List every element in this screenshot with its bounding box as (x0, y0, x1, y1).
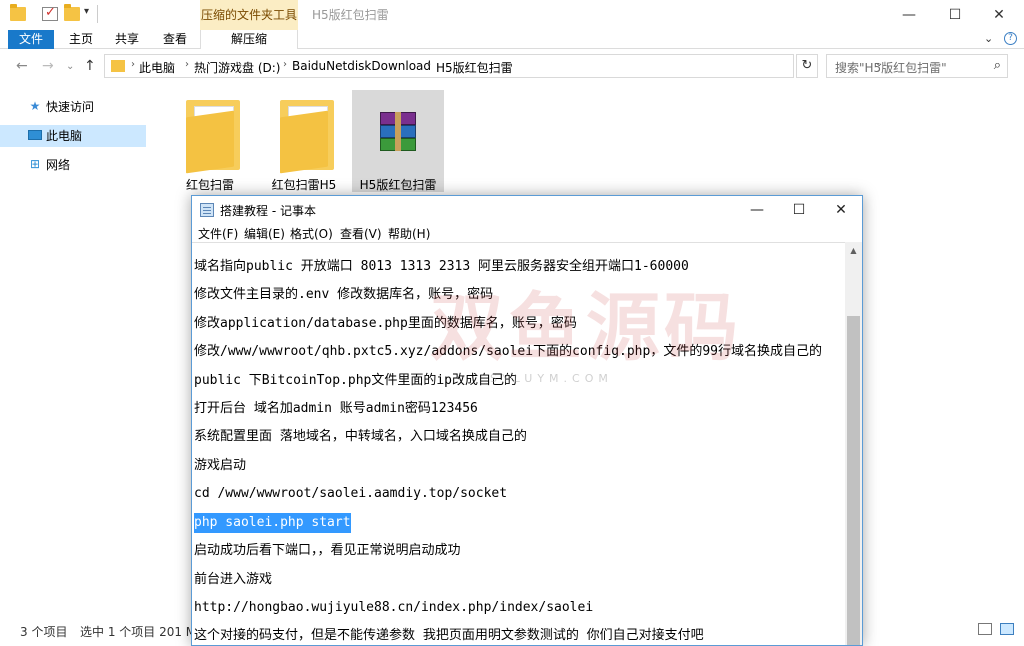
tab-file[interactable]: 文件 (8, 30, 54, 49)
selected-text-line: php saolei.php start (194, 513, 351, 533)
menu-edit[interactable]: 编辑(E) (244, 225, 285, 242)
computer-icon (28, 130, 42, 140)
compressed-folder-tools-tab[interactable]: 压缩的文件夹工具 (200, 0, 298, 30)
notepad-menubar: 文件(F) 编辑(E) 格式(O) 查看(V) 帮助(H) (192, 224, 862, 242)
text-line: 打开后台 域名加admin 账号admin密码123456 (194, 401, 478, 416)
breadcrumb-this-pc[interactable]: 此电脑 (139, 59, 175, 76)
toolbar-divider (97, 5, 98, 23)
folder-icon (280, 100, 334, 174)
breadcrumb-download-folder[interactable]: BaiduNetdiskDownload (292, 59, 431, 73)
search-icon[interactable]: ⌕ (994, 58, 1001, 73)
notepad-title: 搭建教程 - 记事本 (220, 204, 316, 218)
tab-share[interactable]: 共享 (110, 30, 144, 49)
back-arrow-icon[interactable]: ← (16, 58, 28, 74)
ribbon-tabs: 文件 主页 共享 查看 解压缩 ⌄ ? (0, 30, 1024, 49)
minimize-button[interactable]: — (886, 0, 932, 30)
sidebar-item-quick-access[interactable]: ★ 快速访问 (0, 96, 146, 118)
tab-extract[interactable]: 解压缩 (200, 30, 298, 49)
notepad-icon (200, 203, 214, 217)
text-line: http://hongbao.wujiyule88.cn/index.php/i… (194, 600, 594, 615)
sidebar-item-label: 此电脑 (46, 129, 83, 143)
file-item-folder[interactable]: 红包扫雷 (164, 90, 256, 192)
menu-help[interactable]: 帮助(H) (388, 225, 430, 242)
tab-home[interactable]: 主页 (64, 30, 98, 49)
file-item-archive[interactable]: H5版红包扫雷 (352, 90, 444, 192)
folder-icon (186, 100, 240, 174)
details-view-icon[interactable] (978, 623, 992, 635)
address-bar[interactable]: › 此电脑 › 热门游戏盘 (D:) › BaiduNetdiskDownloa… (104, 54, 883, 78)
window-title: H5版红包扫雷 (312, 8, 389, 22)
maximize-button[interactable]: ☐ (932, 0, 978, 30)
explorer-titlebar: ▾ 压缩的文件夹工具 H5版红包扫雷 — ☐ ✕ (0, 0, 1024, 30)
close-button[interactable]: ✕ (976, 0, 1022, 30)
network-icon: ⊞ (29, 157, 41, 171)
breadcrumb-drive[interactable]: 热门游戏盘 (D:) (194, 59, 280, 76)
tab-view[interactable]: 查看 (158, 30, 192, 49)
properties-icon[interactable] (42, 5, 58, 21)
large-icons-view-icon[interactable] (1000, 623, 1014, 635)
notepad-close-button[interactable]: ✕ (820, 196, 862, 224)
refresh-button[interactable]: ↻ (796, 54, 818, 78)
search-placeholder: 搜索"H5版红包扫雷" (835, 61, 947, 75)
breadcrumb-chevron-icon[interactable]: › (283, 59, 287, 70)
menu-view[interactable]: 查看(V) (340, 225, 382, 242)
navigation-pane: ★ 快速访问 此电脑 ⊞ 网络 (0, 84, 150, 614)
file-item-folder[interactable]: 红包扫雷H5 (258, 90, 350, 192)
vertical-scrollbar[interactable]: ▲ (845, 242, 862, 645)
notepad-window: 搭建教程 - 记事本 — ☐ ✕ 文件(F) 编辑(E) 格式(O) 查看(V)… (191, 195, 863, 646)
chevron-down-icon[interactable]: ⌄ (984, 32, 993, 45)
sidebar-item-network[interactable]: ⊞ 网络 (0, 154, 146, 176)
notepad-titlebar[interactable]: 搭建教程 - 记事本 — ☐ ✕ (192, 196, 862, 224)
folder-icon (111, 60, 125, 72)
item-count: 3 个项目 (20, 625, 68, 639)
scroll-up-arrow-icon[interactable]: ▲ (845, 242, 862, 259)
scrollbar-thumb[interactable] (847, 316, 860, 645)
menu-format[interactable]: 格式(O) (290, 225, 333, 242)
text-line: 启动成功后看下端口，，看见正常说明启动成功 (194, 543, 461, 558)
customize-toolbar-chevron-icon[interactable]: ▾ (84, 6, 89, 17)
menu-file[interactable]: 文件(F) (198, 225, 238, 242)
star-pin-icon: ★ (29, 99, 41, 113)
search-input[interactable]: 搜索"H5版红包扫雷" ⌕ (826, 54, 1008, 78)
new-folder-icon[interactable] (64, 4, 80, 21)
file-name: 红包扫雷H5 (271, 178, 337, 192)
sidebar-item-label: 快速访问 (46, 100, 95, 114)
sidebar-item-label: 网络 (46, 158, 71, 172)
text-line: 前台进入游戏 (194, 572, 273, 587)
file-name: 红包扫雷 (185, 178, 234, 192)
text-line: 这个对接的码支付，但是不能传递参数 我把页面用明文参数测试的 你们自己对接支付吧 (194, 628, 704, 643)
breadcrumb-current-folder[interactable]: H5版红包扫雷 (436, 59, 513, 76)
breadcrumb-chevron-icon[interactable]: › (131, 59, 135, 70)
breadcrumb-chevron-icon[interactable]: › (185, 59, 189, 70)
folder-icon[interactable] (10, 4, 26, 21)
watermark-url: SYLUYM.COM (490, 372, 613, 385)
forward-arrow-icon[interactable]: → (42, 58, 54, 74)
winrar-archive-icon (378, 112, 418, 152)
text-line: 游戏启动 (194, 458, 247, 473)
up-arrow-icon[interactable]: ↑ (84, 58, 96, 74)
breadcrumb-chevron-icon[interactable]: › (427, 59, 431, 70)
text-line: cd /www/wwwroot/saolei.aamdiy.top/socket (194, 486, 508, 501)
sidebar-item-this-pc[interactable]: 此电脑 (0, 125, 146, 147)
text-line: 系统配置里面 落地域名，中转域名，入口域名换成自己的 (194, 429, 527, 444)
notepad-minimize-button[interactable]: — (736, 196, 778, 224)
selection-info: 选中 1 个项目 201 MB (80, 625, 205, 639)
notepad-maximize-button[interactable]: ☐ (778, 196, 820, 224)
watermark: 双鱼源码 (430, 285, 742, 371)
help-icon[interactable]: ? (1004, 32, 1017, 45)
file-name: H5版红包扫雷 (359, 178, 437, 192)
recent-locations-chevron-icon[interactable]: ⌄ (66, 61, 74, 72)
